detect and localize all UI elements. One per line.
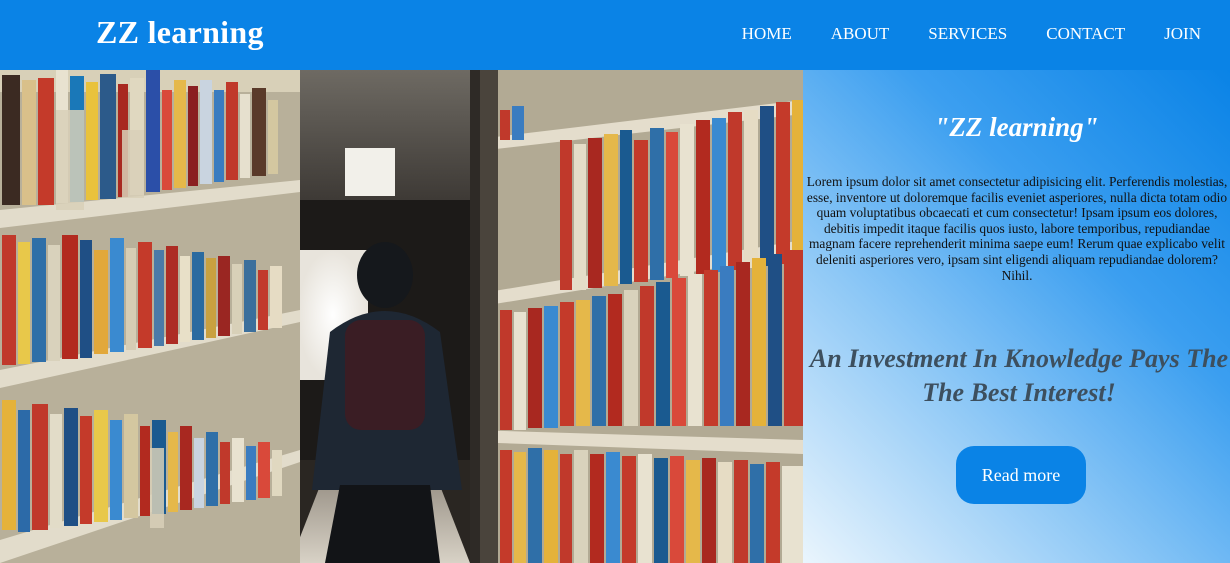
nav-services-link[interactable]: SERVICES [928, 24, 1007, 44]
panel-description: Lorem ipsum dolor sit amet consectetur a… [806, 174, 1228, 283]
main-nav: HOME ABOUT SERVICES CONTACT JOIN [703, 24, 1201, 44]
panel-title: "ZZ learning" [934, 112, 1099, 142]
nav-about-link[interactable]: ABOUT [831, 24, 890, 44]
library-hero-image [0, 70, 803, 563]
library-illustration [0, 70, 803, 563]
panel-tagline: An Investment In Knowledge Pays The The … [809, 344, 1229, 407]
nav-home-link[interactable]: HOME [742, 24, 792, 44]
nav-contact-link[interactable]: CONTACT [1046, 24, 1125, 44]
read-more-button[interactable]: Read more [956, 446, 1086, 504]
site-logo[interactable]: ZZ learning [96, 14, 264, 51]
nav-join-link[interactable]: JOIN [1164, 24, 1201, 44]
intro-panel: "ZZ learning" Lorem ipsum dolor sit amet… [803, 70, 1230, 563]
top-navbar: ZZ learning HOME ABOUT SERVICES CONTACT … [0, 0, 1230, 70]
